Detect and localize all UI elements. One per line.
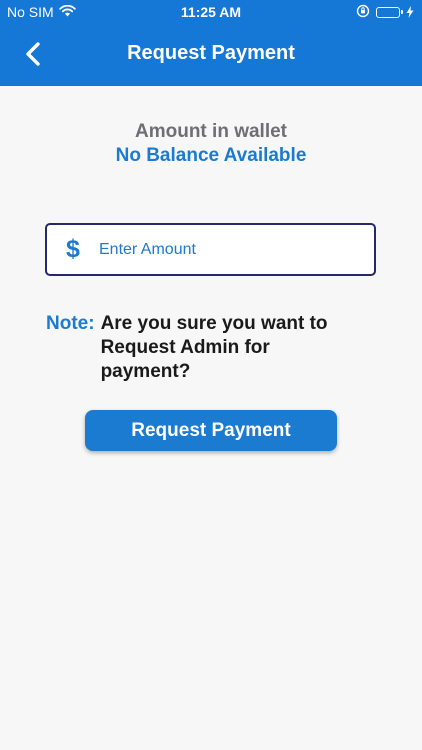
status-bar: No SIM 11:25 AM	[0, 0, 422, 24]
app-header: No SIM 11:25 AM Request Payment	[0, 0, 422, 86]
battery-cap	[401, 10, 403, 14]
orientation-lock-icon	[356, 4, 370, 21]
page-title: Request Payment	[127, 42, 295, 64]
note-text: Are you sure you want to Request Admin f…	[100, 313, 328, 382]
wallet-label: Amount in wallet	[135, 121, 287, 142]
note-message: Note: Are you sure you want to Request A…	[46, 312, 386, 384]
note-label: Note:	[46, 313, 95, 334]
status-indicators	[356, 4, 414, 21]
amount-field[interactable]: $	[45, 223, 376, 276]
dollar-sign-icon: $	[66, 235, 80, 263]
navigation-bar: Request Payment	[0, 24, 422, 86]
battery-icon	[376, 7, 403, 18]
wallet-balance: No Balance Available	[115, 145, 307, 166]
charging-bolt-icon	[406, 5, 414, 21]
request-payment-button[interactable]: Request Payment	[85, 410, 337, 451]
amount-input[interactable]	[99, 234, 349, 265]
